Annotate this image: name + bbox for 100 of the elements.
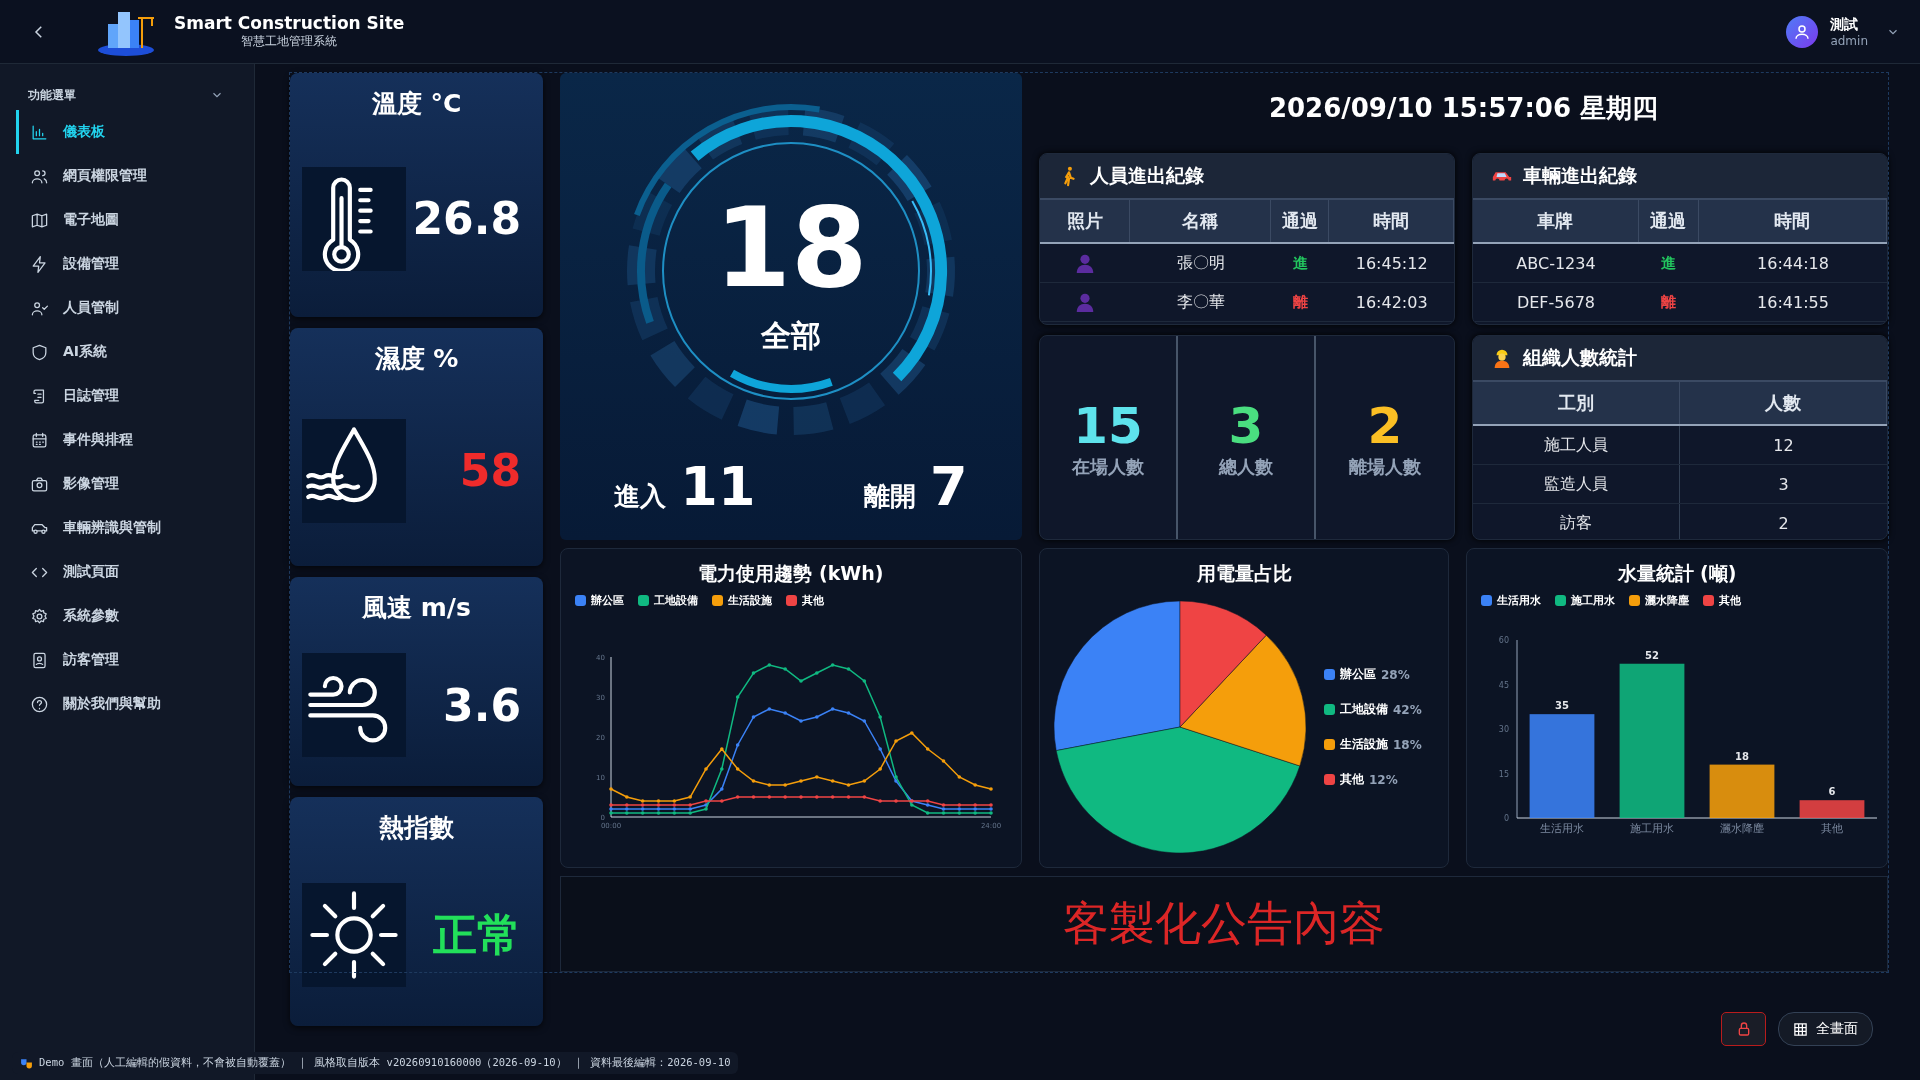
sidebar-item[interactable]: 日誌管理 — [16, 374, 254, 418]
table-cell-text: 2 — [1777, 512, 1790, 535]
legend-item: 其他 12% — [1324, 771, 1422, 788]
sidebar-item[interactable]: AI系統 — [16, 330, 254, 374]
metric-value: 正常 — [433, 907, 521, 962]
bar — [1709, 764, 1775, 818]
column-header: 車牌 — [1473, 200, 1639, 242]
y-tick-label: 15 — [1498, 769, 1509, 779]
column-header: 通過 — [1271, 200, 1330, 242]
column-header: 人數 — [1680, 382, 1887, 424]
stat-label: 離場人數 — [1349, 454, 1421, 479]
legend-item: 辦公區 — [575, 593, 624, 608]
wind-icon — [302, 653, 406, 757]
sidebar-item[interactable]: 車輛辨識與管制 — [16, 506, 254, 550]
entered-label: 進入 — [614, 480, 667, 513]
shield-icon — [30, 342, 49, 362]
table-cell-text: 12 — [1772, 434, 1795, 457]
bar-value-label: 35 — [1555, 700, 1569, 712]
metric-title: 風速 m/s — [362, 592, 471, 624]
sidebar-item[interactable]: 事件與排程 — [16, 418, 254, 462]
panel-title: 車輛進出紀錄 — [1523, 163, 1637, 188]
left-count: 7 — [930, 455, 968, 518]
x-tick-label: 生活用水 — [1540, 822, 1584, 835]
table-cell-text: 16:44:18 — [1756, 252, 1830, 275]
y-tick-label: 60 — [1498, 636, 1509, 645]
column-header: 時間 — [1329, 200, 1454, 242]
gauge-value: 18 — [714, 184, 868, 312]
entered-count: 11 — [680, 455, 756, 518]
table-cell-text: 16:42:03 — [1354, 291, 1429, 314]
table-cell-text: 李〇華 — [1175, 290, 1226, 313]
x-tick-label: 其他 — [1821, 822, 1843, 835]
announcement-text: 客製化公告內容 — [1063, 895, 1385, 952]
chart-title: 用電量占比 — [1196, 561, 1292, 586]
metric-value: 3.6 — [443, 679, 521, 731]
pass-status: 離 — [1291, 291, 1309, 313]
grid-icon — [1793, 1021, 1808, 1037]
legend-item: 灑水降塵 — [1629, 593, 1689, 608]
column-header: 名稱 — [1130, 200, 1272, 242]
user-name: 測試 — [1830, 15, 1860, 34]
panel-title: 組織人數統計 — [1523, 345, 1637, 370]
y-tick-label: 30 — [1498, 725, 1509, 734]
help-icon — [30, 694, 49, 714]
table-cell-text: 3 — [1777, 473, 1790, 496]
sidebar-item[interactable]: 設備管理 — [16, 242, 254, 286]
stat-label: 在場人數 — [1072, 454, 1144, 479]
y-tick-label: 45 — [1498, 680, 1509, 690]
id-badge-icon — [30, 650, 49, 670]
sidebar-item[interactable]: 電子地圖 — [16, 198, 254, 242]
avatar[interactable] — [1786, 15, 1819, 48]
sun-icon — [302, 883, 406, 987]
pass-status: 離 — [1660, 291, 1678, 313]
y-tick-label: 0 — [1503, 814, 1509, 823]
sidebar-item[interactable]: 測試頁面 — [16, 550, 254, 594]
sidebar-item[interactable]: 訪客管理 — [16, 638, 254, 682]
settings-icon — [30, 606, 49, 626]
sidebar-item[interactable]: 人員管制 — [16, 286, 254, 330]
panel-title: 人員進出紀錄 — [1090, 163, 1204, 188]
legend-item: 生活用水 — [1481, 593, 1541, 608]
metric-value: 58 — [459, 445, 521, 496]
metric-title: 熱指數 — [379, 812, 454, 844]
stat-value: 2 — [1367, 396, 1403, 455]
sidebar-item[interactable]: 系統參數 — [16, 594, 254, 638]
table-cell: 施工人員 — [1473, 426, 1680, 464]
stat-value: 3 — [1228, 396, 1264, 455]
person-icon — [1074, 252, 1096, 274]
table-cell: 監造人員 — [1473, 465, 1680, 503]
legend-item: 生活設施 18% — [1324, 736, 1422, 753]
column-header: 照片 — [1040, 200, 1130, 242]
legend-item: 工地設備 — [638, 593, 698, 608]
sidebar-item[interactable]: 關於我們與幫助 — [16, 682, 254, 726]
pass-status: 進 — [1291, 252, 1309, 274]
legend-item: 生活設施 — [712, 593, 772, 608]
bar-value-label: 18 — [1735, 750, 1749, 762]
date-time: 2026/09/10 15:57:06 星期四 — [1268, 91, 1659, 125]
stat-value: 15 — [1073, 396, 1143, 455]
left-label: 離開 — [864, 480, 917, 513]
sidebar-item[interactable]: 儀表板 — [16, 110, 254, 154]
x-tick-label: 灑水降塵 — [1720, 822, 1764, 835]
metric-title: 溫度 °C — [371, 88, 462, 120]
fullscreen-button[interactable]: 全畫面 — [1778, 1012, 1873, 1046]
metric-title: 濕度 % — [374, 343, 459, 375]
column-header: 工別 — [1473, 382, 1680, 424]
bar-value-label: 6 — [1828, 786, 1836, 798]
calendar-icon — [30, 430, 49, 450]
x-tick-label: 施工用水 — [1630, 822, 1674, 835]
sidebar-item[interactable]: 影像管理 — [16, 462, 254, 506]
app-subtitle: 智慧工地管理系統 — [241, 33, 338, 50]
stat-label: 總人數 — [1219, 454, 1273, 479]
bar-value-label: 52 — [1645, 649, 1659, 661]
table-cell-text: ABC-1234 — [1515, 252, 1597, 275]
sidebar-item[interactable]: 網頁權限管理 — [16, 154, 254, 198]
chart-title: 電力使用趨勢 (kWh) — [698, 561, 884, 586]
app-title: Smart Construction Site — [174, 13, 405, 33]
status-text: Demo 畫面（人工編輯的假資料，不會被自動覆蓋） ｜ 風格取自版本 v20260910160000（2026-09-10） ｜ 資料最後編輯：2026-09-10 — [39, 1056, 731, 1070]
table-cell-text: DEF-5678 — [1515, 291, 1597, 314]
legend-item: 辦公區 28% — [1324, 666, 1422, 683]
lock-button[interactable] — [1721, 1012, 1766, 1046]
bar — [1799, 800, 1865, 818]
chart-title: 水量統計 (噸) — [1617, 561, 1737, 586]
legend-item: 其他 — [786, 593, 824, 608]
